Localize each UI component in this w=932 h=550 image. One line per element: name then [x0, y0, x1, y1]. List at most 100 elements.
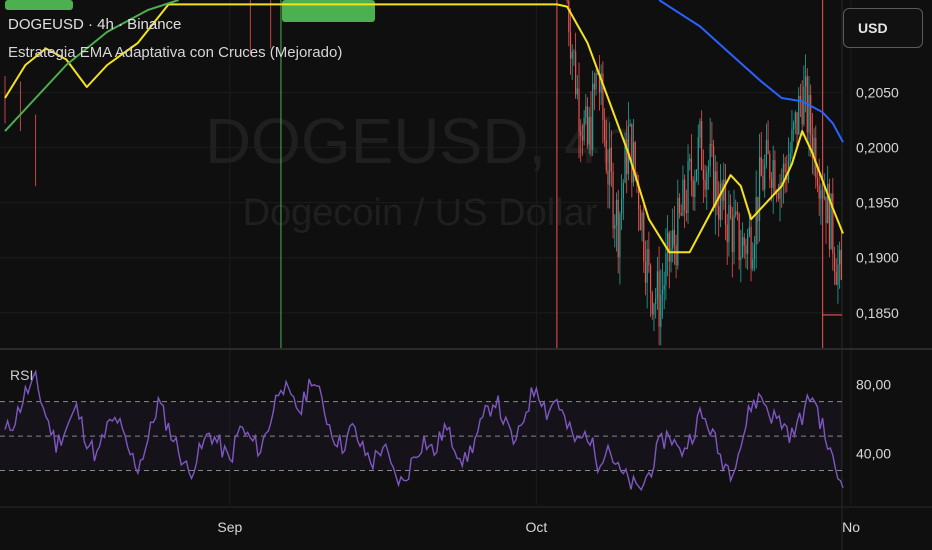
watermark-symbol: DOGEUSD, 4h — [205, 105, 635, 177]
candle-body — [646, 249, 648, 283]
rsi-tick-label: 40,00 — [856, 445, 891, 461]
candle-body — [694, 180, 696, 198]
candle-body — [804, 76, 807, 87]
candle-body — [825, 196, 827, 224]
candle-body — [711, 144, 713, 146]
candle-body — [748, 226, 750, 235]
candle-body — [641, 212, 643, 231]
candle-body — [789, 153, 791, 162]
candle-body — [615, 199, 618, 226]
candle-body — [704, 179, 706, 190]
indicator-legend[interactable]: Estrategia EMA Adaptativa con Cruces (Me… — [8, 44, 342, 61]
rsi-tick-label: 80,00 — [856, 376, 891, 392]
candle-body — [585, 106, 587, 118]
candle-body — [707, 166, 710, 173]
signal-label — [5, 0, 73, 10]
candle-body — [777, 193, 779, 199]
candle-body — [692, 180, 694, 198]
candle-body — [690, 158, 693, 181]
candle-body — [566, 0, 568, 1]
candle-body — [733, 215, 735, 253]
candle-body — [656, 271, 658, 299]
candle-body — [621, 198, 623, 214]
candle-body — [770, 179, 773, 188]
candle-body — [581, 135, 584, 141]
candle-body — [769, 153, 771, 180]
candle-body — [712, 145, 715, 208]
candle-body — [609, 147, 611, 185]
time-tick-label: No — [842, 519, 860, 535]
candle-body — [673, 230, 676, 245]
candle-body — [709, 144, 711, 167]
candle-body — [719, 183, 721, 220]
candle-body — [595, 73, 597, 90]
signal-label — [282, 0, 375, 22]
watermark-description: Dogecoin / US Dollar — [243, 192, 598, 234]
candle-body — [663, 285, 665, 290]
candle-body — [840, 250, 842, 280]
candle-body — [701, 121, 703, 170]
symbol-title[interactable]: DOGEUSD · 4h · Binance — [8, 16, 181, 33]
rsi-pane-label[interactable]: RSI — [10, 367, 33, 383]
candle-body — [702, 169, 704, 180]
price-tick-label: 0,1900 — [856, 250, 899, 266]
candle-body — [736, 211, 739, 214]
candle-body — [617, 199, 619, 258]
candle-body — [603, 120, 606, 140]
candle-body — [779, 182, 781, 199]
candle-body — [643, 212, 645, 262]
candle-body — [571, 52, 573, 59]
candle-body — [675, 244, 677, 266]
price-tick-label: 0,2050 — [856, 85, 899, 101]
candle-body — [832, 193, 834, 254]
watermark: DOGEUSD, 4h Dogecoin / US Dollar — [205, 105, 635, 234]
time-tick-label: Sep — [217, 519, 242, 535]
candle-body — [839, 250, 841, 265]
candle-body — [695, 169, 698, 181]
currency-button[interactable]: USD — [843, 8, 923, 48]
candle-body — [793, 123, 795, 130]
candle-body — [644, 261, 647, 283]
candle-body — [699, 121, 701, 138]
candle-body — [661, 289, 664, 295]
candle-body — [648, 249, 650, 266]
price-tick-label: 0,2000 — [856, 140, 899, 156]
chart-canvas[interactable]: DOGEUSD, 4h Dogecoin / US Dollar 0,2050 0… — [0, 0, 932, 550]
candle-body — [772, 160, 774, 188]
candle-body — [791, 129, 793, 154]
candle-body — [568, 0, 570, 33]
price-tick-label: 0,1850 — [856, 305, 899, 321]
candle-body — [672, 230, 674, 249]
candle-body — [820, 189, 822, 199]
candle-body — [750, 226, 752, 269]
candle-body — [757, 196, 759, 221]
candle-body — [592, 83, 594, 150]
candle-body — [631, 123, 633, 183]
candle-body — [794, 112, 796, 124]
candle-body — [590, 116, 592, 150]
candle-body — [697, 137, 699, 170]
candle-body — [634, 142, 636, 174]
candle-body — [818, 185, 820, 199]
candle-body — [583, 117, 585, 141]
candle-body — [658, 271, 660, 327]
candle-body — [576, 88, 578, 95]
candle-body — [649, 265, 652, 293]
candle-body — [764, 164, 766, 190]
candle-body — [730, 204, 732, 218]
candle-body — [629, 123, 631, 126]
candle-body — [580, 131, 582, 136]
candle-body — [706, 172, 708, 190]
candle-body — [837, 264, 839, 285]
candle-body — [682, 179, 684, 216]
candle-body — [660, 294, 662, 327]
candle-body — [622, 182, 624, 199]
candle-body — [607, 170, 609, 185]
candle-body — [586, 106, 589, 145]
candle-body — [784, 163, 786, 172]
candle-body — [828, 183, 831, 250]
candle-body — [619, 213, 621, 258]
candle-body — [614, 225, 616, 229]
candle-body — [632, 142, 635, 183]
candle-body — [689, 158, 691, 162]
